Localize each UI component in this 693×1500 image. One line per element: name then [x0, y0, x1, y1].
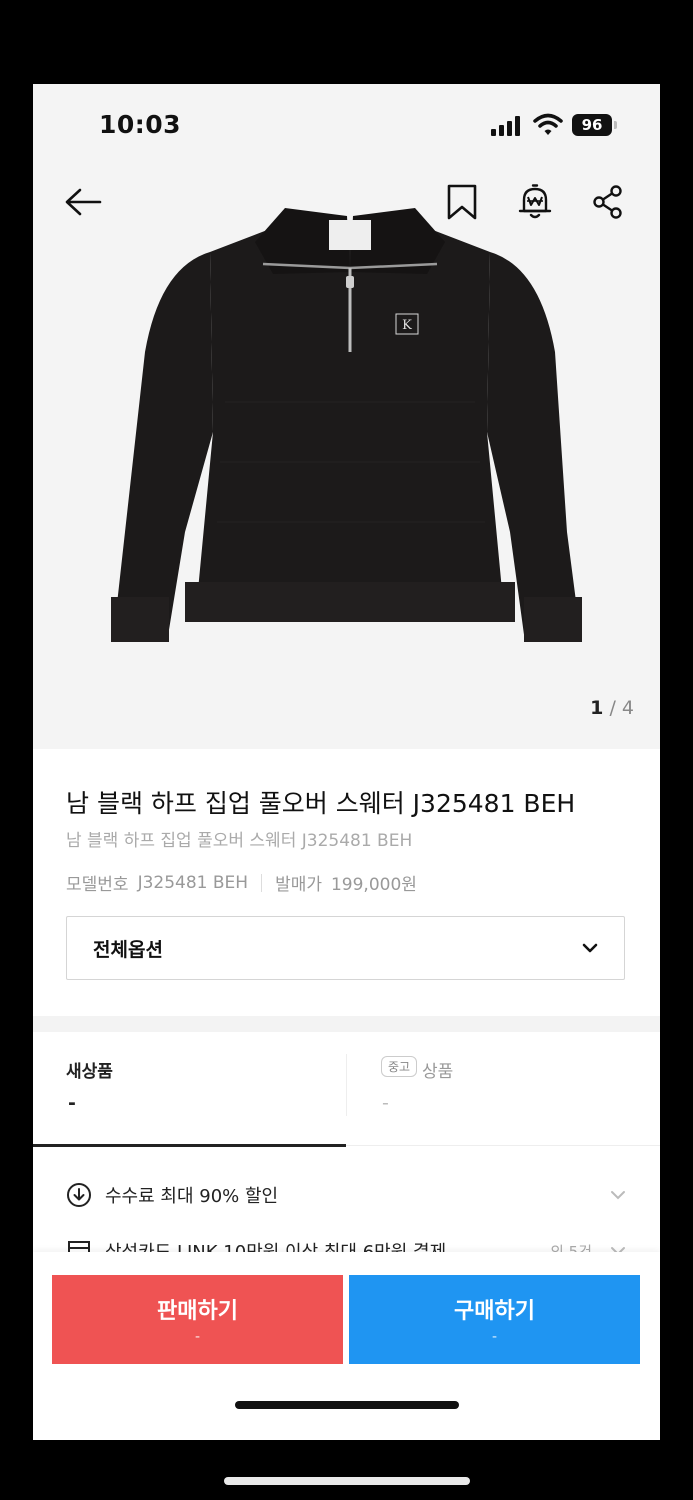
- tab-separator: [346, 1054, 347, 1116]
- signal-icon: [491, 116, 520, 136]
- tab-new-product-label: 새상품: [66, 1062, 113, 1082]
- image-counter-current: 1: [590, 697, 604, 719]
- phone-screen: 10:03 96 K 1 / 4 남 블랙 하프 집업 풀오버 스웨터 J325…: [33, 84, 660, 1440]
- product-image-gallery[interactable]: K 1 / 4: [33, 164, 660, 749]
- product-meta: 모델번호 J325481 BEH 발매가 199,000원: [66, 870, 417, 896]
- option-select-label: 전체옵션: [93, 938, 163, 961]
- share-icon: [593, 185, 622, 219]
- buy-button[interactable]: 구매하기 -: [349, 1275, 640, 1364]
- active-tab-indicator: [33, 1144, 346, 1147]
- option-select[interactable]: 전체옵션: [66, 916, 625, 980]
- home-indicator: [235, 1401, 459, 1409]
- image-counter: 1 / 4: [590, 697, 634, 719]
- section-divider: [33, 1016, 660, 1032]
- wifi-icon: [533, 113, 563, 135]
- sell-button-label: 판매하기: [157, 1299, 238, 1324]
- release-price-label: 발매가: [275, 875, 322, 895]
- chevron-down-icon: [582, 943, 598, 953]
- battery-level: 96: [572, 114, 612, 136]
- download-circle-icon: [67, 1183, 91, 1207]
- tab-bottom-border: [346, 1145, 660, 1146]
- benefit-text: 수수료 최대 90% 할인: [105, 1186, 279, 1207]
- model-number-value: J325481 BEH: [137, 872, 249, 893]
- image-counter-separator: /: [609, 697, 616, 719]
- sell-button-price: -: [194, 1329, 201, 1345]
- tab-used-product[interactable]: 중고 상품 -: [346, 1032, 659, 1146]
- back-arrow-icon: [65, 188, 102, 216]
- product-subtitle: 남 블랙 하프 집업 풀오버 스웨터 J325481 BEH: [66, 831, 413, 851]
- battery-tip: [614, 121, 617, 129]
- status-bar: 10:03 96: [33, 84, 660, 164]
- tab-used-product-value: -: [382, 1092, 389, 1114]
- model-number-label: 모델번호: [66, 875, 129, 895]
- tab-new-product-value: -: [68, 1092, 76, 1114]
- chevron-down-icon: [611, 1191, 625, 1200]
- svg-text:K: K: [402, 318, 412, 333]
- outer-home-indicator: [224, 1477, 470, 1485]
- release-price-value: 199,000원: [330, 875, 417, 895]
- product-image: K: [111, 208, 582, 642]
- tab-used-product-label: 상품: [422, 1062, 454, 1082]
- image-counter-total: 4: [621, 697, 634, 719]
- bottom-action-bar: 판매하기 - 구매하기 -: [33, 1252, 660, 1440]
- status-time: 10:03: [99, 110, 182, 139]
- product-title: 남 블랙 하프 집업 풀오버 스웨터 J325481 BEH: [66, 789, 576, 818]
- back-button[interactable]: [63, 182, 103, 222]
- tab-new-product[interactable]: 새상품 -: [33, 1032, 346, 1146]
- benefit-row-fee-discount[interactable]: 수수료 최대 90% 할인: [66, 1182, 626, 1208]
- meta-divider: [261, 873, 263, 892]
- buy-button-price: -: [491, 1329, 498, 1345]
- used-badge: 중고: [381, 1056, 418, 1077]
- sell-button[interactable]: 판매하기 -: [52, 1275, 343, 1364]
- buy-button-label: 구매하기: [454, 1299, 535, 1324]
